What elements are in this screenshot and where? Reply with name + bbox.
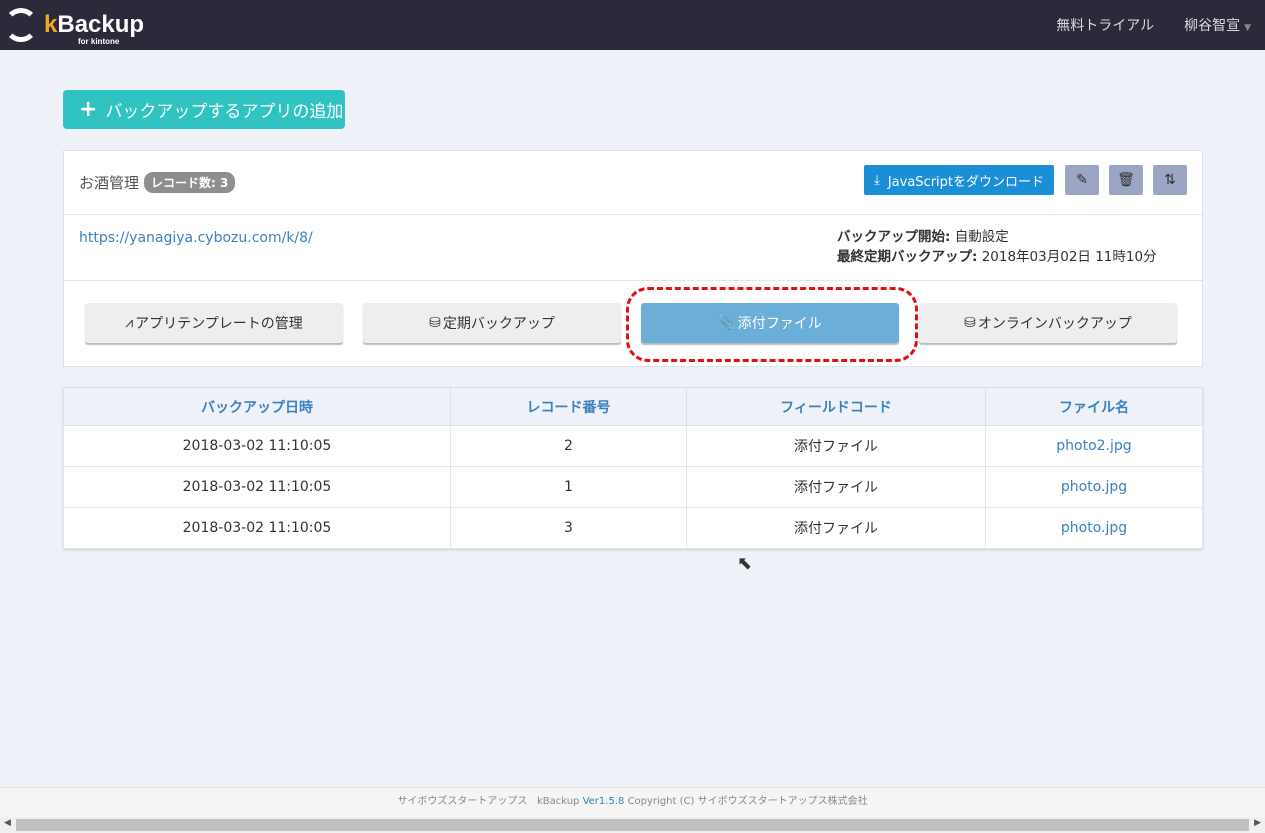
column-header[interactable]: フィールドコード	[686, 387, 986, 426]
file-link[interactable]: photo.jpg	[985, 466, 1203, 508]
caret-down-icon: ▼	[1244, 23, 1251, 33]
logo[interactable]: kBackup for kintone	[4, 8, 144, 46]
database-clock-icon: ⛁	[429, 315, 441, 331]
backup-start-value: 自動設定	[954, 229, 1009, 245]
file-link[interactable]: photo2.jpg	[985, 425, 1203, 467]
app-store-icon: ⩘	[125, 315, 134, 331]
plus-icon: +	[79, 97, 98, 122]
trash-icon: 🗑	[1117, 172, 1135, 188]
download-js-button[interactable]: ⤓ JavaScriptをダウンロード	[864, 165, 1054, 195]
attachments-table: バックアップ日時 レコード番号 フィールドコード ファイル名 2018-03-0…	[63, 387, 1203, 549]
sync-icon	[4, 8, 38, 42]
free-trial-link[interactable]: 無料トライアル	[1056, 15, 1154, 35]
sort-button[interactable]: ⇅	[1153, 165, 1187, 195]
tab-app-template[interactable]: ⩘ アプリテンプレートの管理	[85, 303, 343, 343]
column-header[interactable]: レコード番号	[450, 387, 687, 426]
version-link[interactable]: Ver1.5.8	[583, 796, 625, 807]
app-name: お酒管理	[79, 174, 140, 192]
tab-online-backup[interactable]: ⛁ オンラインバックアップ	[919, 303, 1177, 343]
column-header[interactable]: ファイル名	[985, 387, 1203, 426]
record-count-badge: レコード数: 3	[144, 172, 236, 193]
add-app-button[interactable]: + バックアップするアプリの追加	[63, 90, 345, 129]
app-url-link[interactable]: https://yanagiya.cybozu.com/k/8/	[79, 230, 313, 246]
tab-scheduled-backup[interactable]: ⛁ 定期バックアップ	[363, 303, 621, 343]
highlight-annotation	[626, 287, 918, 362]
database-arrow-icon: ⛁	[964, 315, 976, 331]
top-bar: kBackup for kintone 無料トライアル 柳谷智宣 ▼	[0, 0, 1265, 50]
delete-button[interactable]: 🗑	[1109, 165, 1143, 195]
last-backup-value: 2018年03月02日 11時10分	[981, 249, 1157, 265]
table-row: 2018-03-02 11:10:05 1 添付ファイル photo.jpg	[63, 466, 1203, 508]
scroll-left-icon[interactable]: ◀	[4, 818, 11, 828]
user-menu[interactable]: 柳谷智宣 ▼	[1184, 15, 1251, 35]
scroll-right-icon[interactable]: ▶	[1254, 818, 1261, 828]
pencil-icon: ✎	[1076, 172, 1088, 188]
footer: サイボウズスタートアップス kBackup Ver1.5.8 Copyright…	[0, 787, 1265, 817]
column-header[interactable]: バックアップ日時	[63, 387, 451, 426]
edit-button[interactable]: ✎	[1065, 165, 1099, 195]
scrollbar-thumb[interactable]	[16, 819, 1249, 831]
download-icon: ⤓	[874, 172, 880, 188]
table-row: 2018-03-02 11:10:05 3 添付ファイル photo.jpg	[63, 507, 1203, 549]
sort-icon: ⇅	[1164, 172, 1176, 188]
horizontal-scrollbar[interactable]: ◀ ▶	[0, 817, 1265, 833]
table-row: 2018-03-02 11:10:05 2 添付ファイル photo2.jpg	[63, 425, 1203, 467]
file-link[interactable]: photo.jpg	[985, 507, 1203, 549]
mouse-cursor-icon: ⬉	[737, 553, 753, 574]
